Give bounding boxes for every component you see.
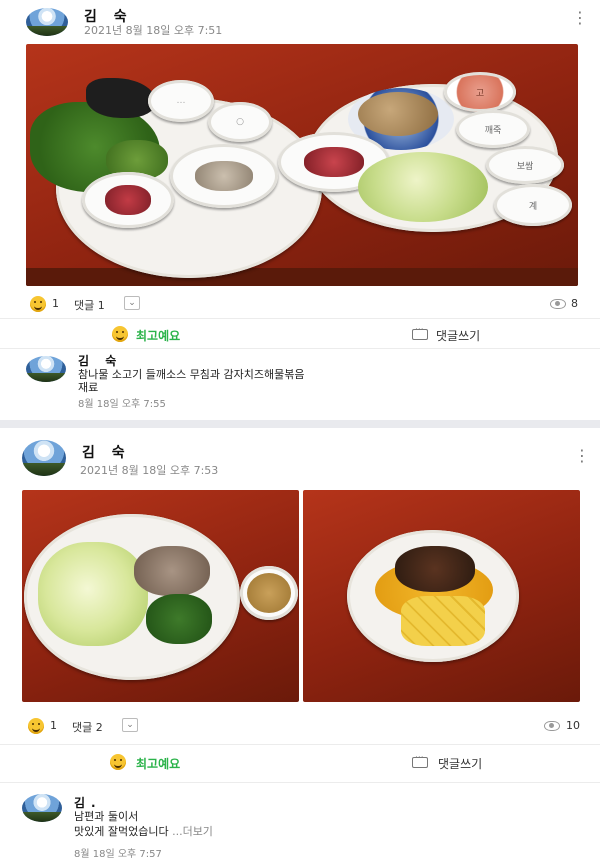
comment-author[interactable]: 김. <box>74 794 102 811</box>
comment-timestamp: 8월 18일 오후 7:57 <box>74 849 162 860</box>
post-timestamp: 2021년 8월 18일 오후 7:51 <box>84 24 223 37</box>
sauce-bowl: 보쌈 <box>486 146 564 184</box>
commenter-avatar[interactable] <box>22 794 62 822</box>
stir-fry <box>395 546 475 592</box>
post-photo[interactable] <box>303 490 580 702</box>
best-reaction-button[interactable]: 최고예요 <box>136 755 180 772</box>
beef-bowl <box>82 172 174 228</box>
cabbage <box>38 542 148 646</box>
read-more-link[interactable]: ...더보기 <box>172 825 213 838</box>
comment-bubble-icon[interactable] <box>412 753 428 768</box>
best-reaction-button[interactable]: 최고예요 <box>136 327 180 344</box>
write-comment-button[interactable]: 댓글쓰기 <box>438 755 482 772</box>
beef-slices <box>134 546 210 596</box>
sauce-bowl: 계 <box>494 184 572 226</box>
shrimp-bowl <box>170 144 278 208</box>
table-edge <box>26 268 578 286</box>
reaction-row: 1 댓글 2 ⌄ 10 <box>0 712 600 738</box>
like-count: 1 <box>50 719 57 732</box>
write-comment-button[interactable]: 댓글쓰기 <box>436 327 480 344</box>
view-count: 8 <box>571 297 578 310</box>
commenter-avatar[interactable] <box>26 356 66 382</box>
more-vertical-icon[interactable]: ⋮ <box>572 10 588 26</box>
smile-emoji-icon[interactable] <box>112 326 128 342</box>
divider <box>0 744 600 745</box>
bowl-label: 보쌈 <box>516 161 534 172</box>
comment-count[interactable]: 댓글 1 <box>74 297 105 313</box>
seaweed <box>86 78 156 118</box>
divider <box>0 318 600 319</box>
small-bowl: ○ <box>208 102 272 142</box>
post-timestamp: 2021년 8월 18일 오후 7:53 <box>80 464 219 477</box>
chevron-down-icon[interactable]: ⌄ <box>124 296 140 310</box>
small-bowl: … <box>148 80 214 122</box>
comment-text: 남편과 둘이서 <box>74 810 139 823</box>
author-avatar[interactable] <box>22 440 66 476</box>
bowl-label: 계 <box>528 201 538 212</box>
reaction-row: 1 댓글 1 ⌄ 8 <box>0 290 600 316</box>
bowl-label: 깨죽 <box>484 125 502 136</box>
eye-icon <box>544 721 560 731</box>
sauce-bowl <box>240 566 298 620</box>
comment-count[interactable]: 댓글 2 <box>72 719 103 735</box>
comment-author[interactable]: 김 숙 <box>78 352 122 369</box>
sauce-bowl-red: 고 <box>444 72 516 112</box>
smile-emoji-icon[interactable] <box>110 754 126 770</box>
more-vertical-icon[interactable]: ⋮ <box>574 448 590 464</box>
sauce-bowl: 깨죽 <box>456 110 530 148</box>
divider <box>0 348 600 349</box>
potato-cubes <box>401 596 485 646</box>
post-photo[interactable] <box>22 490 299 702</box>
divider <box>0 782 600 783</box>
view-count: 10 <box>566 719 580 732</box>
eye-icon <box>550 299 566 309</box>
post-author[interactable]: 김 숙 <box>82 442 131 462</box>
comment-text: 재료 <box>78 381 99 394</box>
post-photo[interactable]: … ○ 고 깨죽 보쌈 계 <box>26 44 578 286</box>
potato-pancake <box>358 92 438 136</box>
cabbage <box>358 152 488 222</box>
chevron-down-icon[interactable]: ⌄ <box>122 718 138 732</box>
comment-text: 참나물 소고기 들깨소스 무침과 감자치즈해물볶음 <box>78 368 305 381</box>
comment-text: 맛있게 잘먹었습니다 ...더보기 <box>74 825 213 838</box>
post-card: 김 숙 2021년 8월 18일 오후 7:51 ⋮ … ○ 고 깨죽 보쌈 계 <box>0 0 600 420</box>
greens <box>146 594 212 644</box>
like-count: 1 <box>52 297 59 310</box>
comment-text-line: 맛있게 잘먹었습니다 <box>74 825 169 838</box>
comment-timestamp: 8월 18일 오후 7:55 <box>78 399 166 410</box>
post-card: 김 숙 2021년 8월 18일 오후 7:53 ⋮ 1 댓글 2 ⌄ 10 최… <box>0 428 600 867</box>
smile-emoji-icon[interactable] <box>28 718 44 734</box>
author-avatar[interactable] <box>26 8 68 36</box>
smile-emoji-icon[interactable] <box>30 296 46 312</box>
comment-bubble-icon[interactable] <box>412 325 428 340</box>
bowl-label: 고 <box>475 88 485 99</box>
